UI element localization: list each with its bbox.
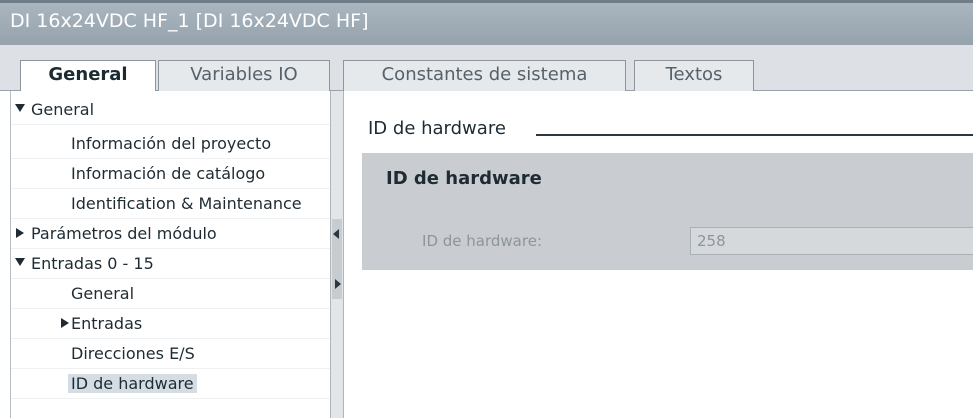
tab-bar: General Variables IO Constantes de siste…	[0, 45, 973, 92]
expand-right-icon[interactable]	[335, 279, 341, 289]
navigation-tree: General Información del proyecto Informa…	[10, 91, 331, 418]
hardware-id-field[interactable]	[690, 227, 973, 255]
nav-item-general-inputs[interactable]: General	[11, 279, 331, 309]
nav-item-parametros-del-modulo[interactable]: Parámetros del módulo	[11, 219, 331, 249]
section-divider	[536, 134, 973, 136]
nav-item-id-de-hardware[interactable]: ID de hardware	[11, 369, 331, 399]
inspector-titlebar: DI 16x24VDC HF_1 [DI 16x24VDC HF]	[0, 0, 973, 45]
nav-item-direcciones-es[interactable]: Direcciones E/S	[11, 339, 331, 369]
panel-splitter[interactable]	[330, 91, 344, 418]
nav-item-label: Parámetros del módulo	[31, 224, 217, 243]
section-heading: ID de hardware	[368, 118, 506, 139]
nav-item-general[interactable]: General	[11, 95, 331, 125]
nav-item-informacion-de-catalogo[interactable]: Información de catálogo	[11, 159, 331, 189]
nav-item-label: Identification & Maintenance	[71, 194, 302, 213]
nav-item-informacion-del-proyecto[interactable]: Información del proyecto	[11, 129, 331, 159]
expand-arrow-icon[interactable]	[15, 258, 25, 266]
nav-item-entradas-0-15[interactable]: Entradas 0 - 15	[11, 249, 331, 279]
nav-item-label: General	[31, 100, 95, 119]
nav-item-label: General	[71, 284, 135, 303]
tab-constantes-de-sistema[interactable]: Constantes de sistema	[343, 60, 626, 91]
tab-textos[interactable]: Textos	[634, 60, 754, 91]
expand-arrow-icon[interactable]	[15, 104, 25, 112]
group-title: ID de hardware	[386, 168, 542, 189]
collapse-arrow-icon[interactable]	[61, 318, 69, 328]
collapse-left-icon[interactable]	[333, 229, 339, 239]
nav-item-identification-maintenance[interactable]: Identification & Maintenance	[11, 189, 331, 219]
nav-item-entradas[interactable]: Entradas	[11, 309, 331, 339]
nav-item-label: Información del proyecto	[71, 134, 272, 153]
nav-item-label: Direcciones E/S	[71, 344, 195, 363]
hardware-id-label: ID de hardware:	[422, 232, 542, 250]
nav-item-label: Entradas	[71, 314, 143, 333]
collapse-arrow-icon[interactable]	[16, 228, 24, 238]
window-title: DI 16x24VDC HF_1 [DI 16x24VDC HF]	[10, 10, 369, 32]
nav-item-label: Información de catálogo	[71, 164, 266, 183]
tab-general[interactable]: General	[20, 60, 156, 92]
hardware-id-group: ID de hardware ID de hardware:	[362, 153, 973, 270]
nav-item-label: ID de hardware	[68, 374, 197, 393]
nav-item-label: Entradas 0 - 15	[31, 254, 154, 273]
tab-variables-io[interactable]: Variables IO	[158, 60, 330, 91]
